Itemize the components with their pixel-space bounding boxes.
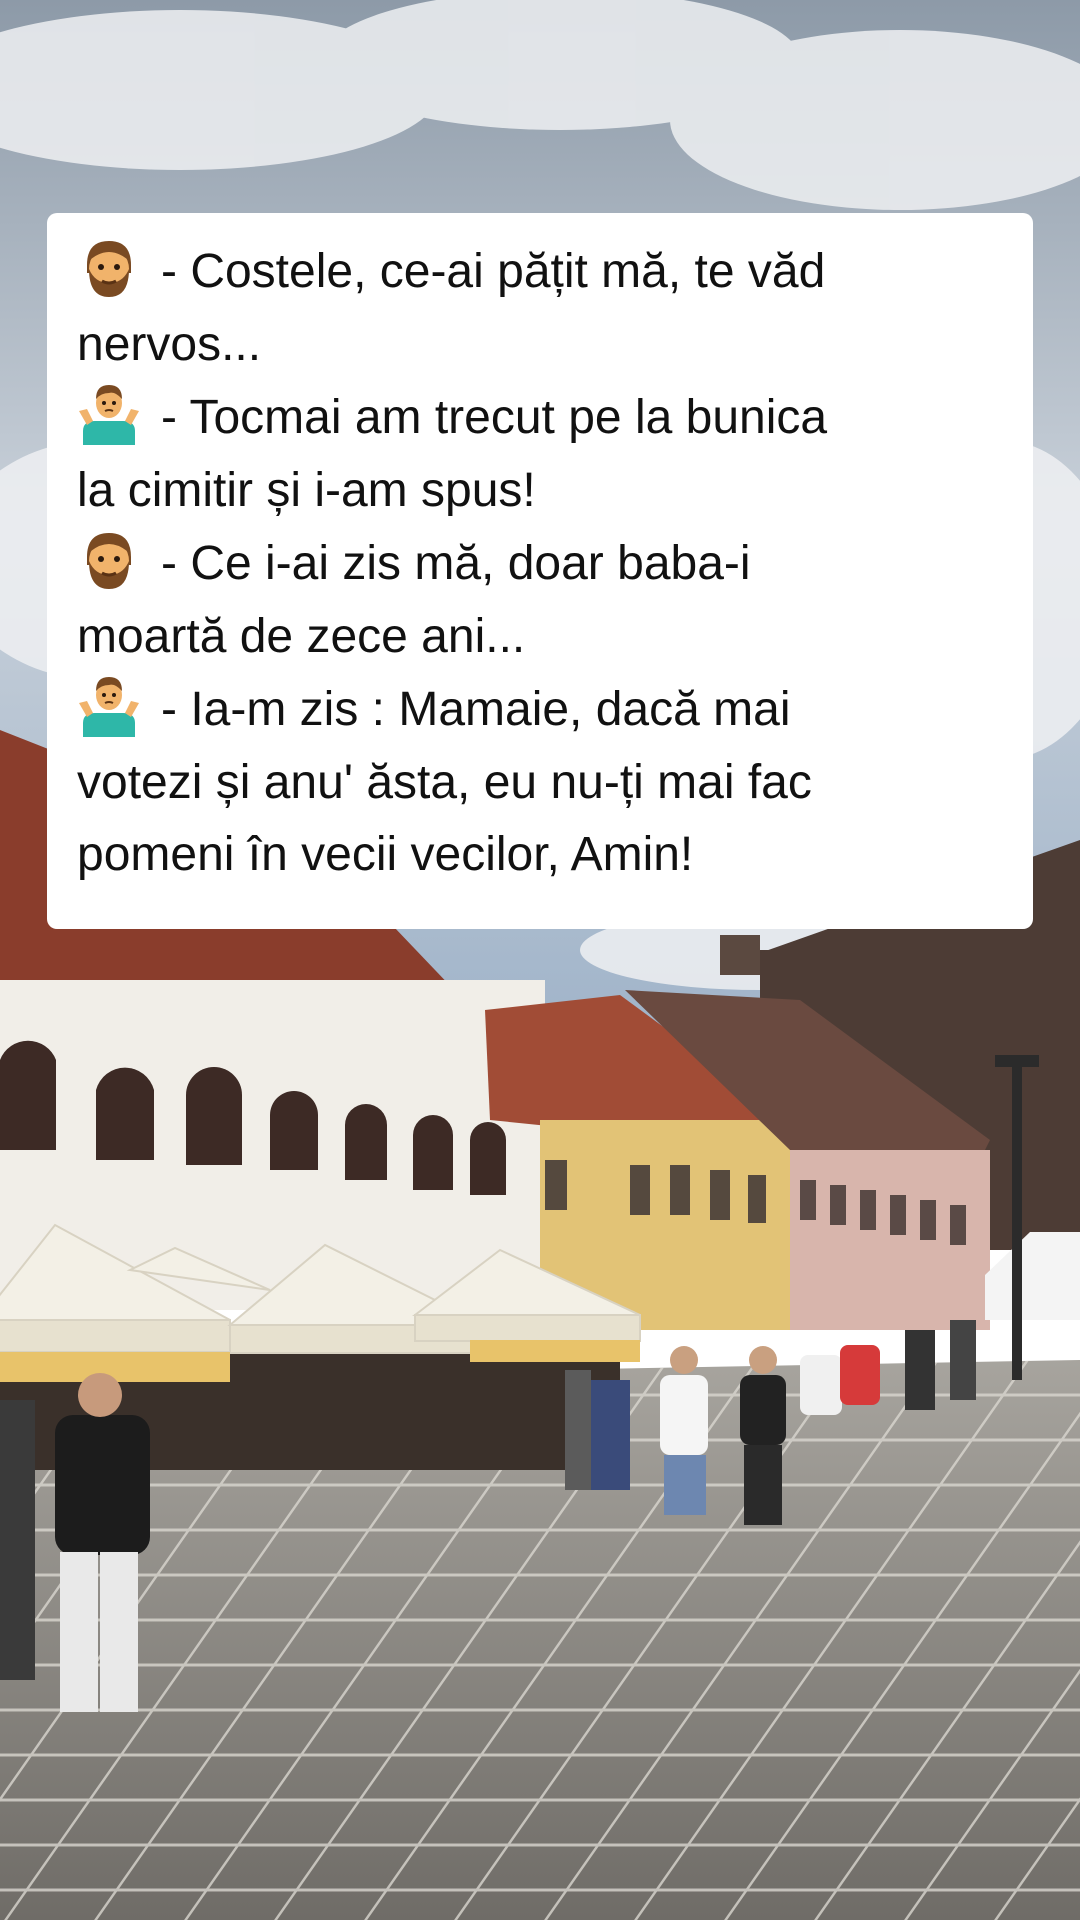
dialogue-line: - Ia-m zis : Mamaie, dacă mai (77, 673, 1005, 747)
bearded-man-face-icon (87, 241, 131, 297)
dialogue-line: pomeni în vecii vecilor, Amin! (77, 828, 694, 881)
joke-text-card: - Costele, ce-ai pățit mă, te văd nervos… (47, 213, 1033, 929)
dialogue-line: moartă de zece ani... (77, 609, 526, 663)
dialogue-line: - Costele, ce-ai pățit mă, te văd (77, 235, 1005, 309)
bearded-man-face-icon (87, 533, 131, 589)
dialogue-line: nervos... (77, 317, 262, 371)
man-shrugging-icon (79, 385, 139, 445)
dialogue-line: votezi și anu' ăsta, eu nu-ți mai fac (77, 755, 812, 809)
dialogue-line: la cimitir și i-am spus! (77, 463, 536, 517)
man-shrugging-icon (79, 677, 139, 737)
dialogue-line: - Ce i-ai zis mă, doar baba-i (77, 527, 1005, 601)
dialogue-line: - Tocmai am trecut pe la bunica (77, 381, 1005, 455)
